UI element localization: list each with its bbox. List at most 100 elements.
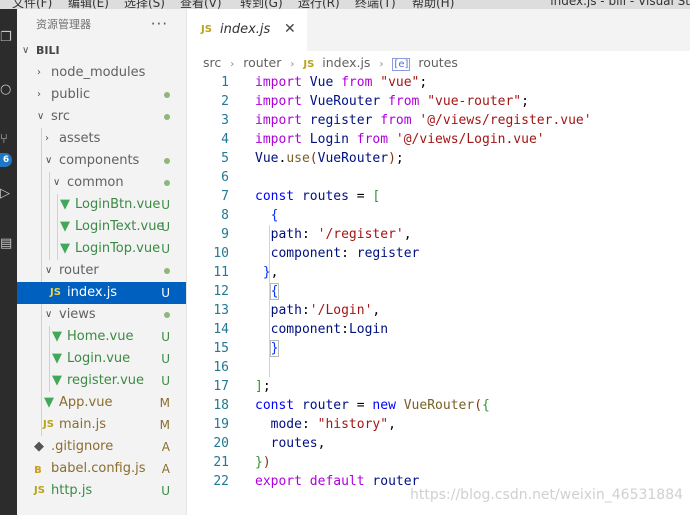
code-line[interactable]: 2 import VueRouter from "vue-router"; xyxy=(187,92,690,111)
root-folder-label: BILI xyxy=(36,44,60,57)
code-text: } xyxy=(269,340,280,357)
code-text: { xyxy=(270,208,279,223)
line-number: 14 xyxy=(213,322,229,337)
menu-file[interactable]: 文件(F) xyxy=(12,0,52,9)
indent-guide xyxy=(57,194,58,216)
vue-file-icon: ▼ xyxy=(60,241,70,256)
code-line[interactable]: 7 const routes = [ xyxy=(187,187,690,206)
file-home-vue[interactable]: ▼ Home.vue U xyxy=(17,326,186,348)
file-loginbtn[interactable]: ▼ LoginBtn.vue U xyxy=(17,194,186,216)
line-number: 5 xyxy=(221,151,229,166)
tree-item-label: Login.vue xyxy=(67,351,131,366)
file-logintext[interactable]: ▼ LoginText.vue U xyxy=(17,216,186,238)
breadcrumb-item[interactable]: src xyxy=(203,54,221,72)
code-line[interactable]: 4 import Login from '@/views/Login.vue' xyxy=(187,130,690,149)
code-line[interactable]: 5 Vue.use(VueRouter); xyxy=(187,149,690,168)
git-status-badge: A xyxy=(161,440,170,454)
menu-help[interactable]: 帮助(H) xyxy=(412,0,454,9)
code-text: }, xyxy=(262,265,279,280)
menu-goto[interactable]: 转到(G) xyxy=(240,0,283,9)
folder-public[interactable]: › public xyxy=(17,84,186,106)
file-main-js[interactable]: JS main.js M xyxy=(17,414,186,436)
code-line[interactable]: 6 xyxy=(187,168,690,187)
code-line[interactable]: 20 routes, xyxy=(187,434,690,453)
js-file-icon: JS xyxy=(50,287,61,298)
code-line[interactable]: 16 xyxy=(187,358,690,377)
vue-file-icon: ▼ xyxy=(52,373,62,388)
tree-item-label: main.js xyxy=(59,417,106,432)
code-line[interactable]: 12 { xyxy=(187,282,690,301)
file-logintop[interactable]: ▼ LoginTop.vue U xyxy=(17,238,186,260)
code-line[interactable]: 1 import Vue from "vue"; xyxy=(187,73,690,92)
code-line[interactable]: 9 path: '/register', xyxy=(187,225,690,244)
code-line[interactable]: 18 const router = new VueRouter({ xyxy=(187,396,690,415)
indent-guide xyxy=(41,370,42,392)
indent-guide xyxy=(41,172,42,194)
line-number: 21 xyxy=(213,455,229,470)
line-number: 10 xyxy=(213,246,229,261)
tab-index-js[interactable]: JS index.js ✕ xyxy=(187,9,307,51)
tree-item-label: views xyxy=(59,307,96,322)
modified-dot xyxy=(164,180,170,186)
code-line[interactable]: 15 } xyxy=(187,339,690,358)
search-icon[interactable]: ○ xyxy=(0,81,17,99)
breadcrumb-item[interactable]: index.js xyxy=(322,54,370,72)
code-line[interactable]: 17]; xyxy=(187,377,690,396)
breadcrumb-item[interactable]: routes xyxy=(418,54,458,72)
close-icon[interactable]: ✕ xyxy=(284,21,296,37)
git-file-icon: ◆ xyxy=(34,439,44,454)
line-number: 19 xyxy=(213,417,229,432)
indent-guide xyxy=(41,238,42,260)
file-gitignore[interactable]: ◆ .gitignore A xyxy=(17,436,186,458)
menu-run[interactable]: 运行(R) xyxy=(298,0,340,9)
code-line[interactable]: 21}) xyxy=(187,453,690,472)
code-line[interactable]: 3 import register from '@/views/register.… xyxy=(187,111,690,130)
indent-guide xyxy=(49,172,50,194)
folder-views[interactable]: ∨ views xyxy=(17,304,186,326)
menu-view[interactable]: 查看(V) xyxy=(180,0,222,9)
code-text: path:'/Login', xyxy=(270,303,381,318)
code-text: import Vue from "vue"; xyxy=(255,75,428,90)
menu-edit[interactable]: 编辑(E) xyxy=(68,0,109,9)
indent-guide xyxy=(41,348,42,370)
indent-guide xyxy=(41,128,42,150)
run-icon[interactable]: ▷ xyxy=(0,185,17,203)
indent-guide xyxy=(49,216,50,238)
menu-selection[interactable]: 选择(S) xyxy=(124,0,165,9)
folder-common[interactable]: ∨ common xyxy=(17,172,186,194)
folder-src[interactable]: ∨ src xyxy=(17,106,186,128)
code-line[interactable]: 13 path:'/Login', xyxy=(187,301,690,320)
file-babel-config[interactable]: ʙ babel.config.js A xyxy=(17,458,186,480)
menu-terminal[interactable]: 终端(T) xyxy=(355,0,396,9)
file-register-vue[interactable]: ▼ register.vue U xyxy=(17,370,186,392)
indent-guide xyxy=(41,304,42,326)
code-line[interactable]: 8 { xyxy=(187,206,690,225)
vue-file-icon: ▼ xyxy=(52,351,62,366)
code-line[interactable]: 10 component: register xyxy=(187,244,690,263)
file-login-vue[interactable]: ▼ Login.vue U xyxy=(17,348,186,370)
tree-item-label: index.js xyxy=(67,285,118,300)
vue-file-icon: ▼ xyxy=(52,329,62,344)
files-icon[interactable]: ❐ xyxy=(0,29,17,47)
file-app-vue[interactable]: ▼ App.vue M xyxy=(17,392,186,414)
folder-router[interactable]: ∨ router xyxy=(17,260,186,282)
file-http-js[interactable]: JS http.js U xyxy=(17,480,186,502)
folder-components[interactable]: ∨ components xyxy=(17,150,186,172)
modified-dot xyxy=(164,92,170,98)
git-status-badge: U xyxy=(161,374,170,388)
code-editor[interactable]: 1 import Vue from "vue"; 2 import VueRouter… xyxy=(187,73,690,491)
breadcrumb-item[interactable]: router xyxy=(243,54,281,72)
source-control-icon[interactable]: ⑂ xyxy=(0,131,17,149)
indent-guide xyxy=(41,216,42,238)
extensions-icon[interactable]: ▤ xyxy=(0,235,17,253)
folder-assets[interactable]: › assets xyxy=(17,128,186,150)
more-actions-icon[interactable]: ··· xyxy=(151,9,168,40)
chevron-right-icon: › xyxy=(37,67,41,78)
folder-root[interactable]: ∨ BILI xyxy=(17,40,186,62)
code-line[interactable]: 19 mode: "history", xyxy=(187,415,690,434)
code-line[interactable]: 14 component:Login xyxy=(187,320,690,339)
folder-node-modules[interactable]: › node_modules xyxy=(17,62,186,84)
code-line[interactable]: 11 }, xyxy=(187,263,690,282)
js-file-icon: JS xyxy=(43,419,54,430)
file-index-js[interactable]: JS index.js U xyxy=(17,282,186,304)
